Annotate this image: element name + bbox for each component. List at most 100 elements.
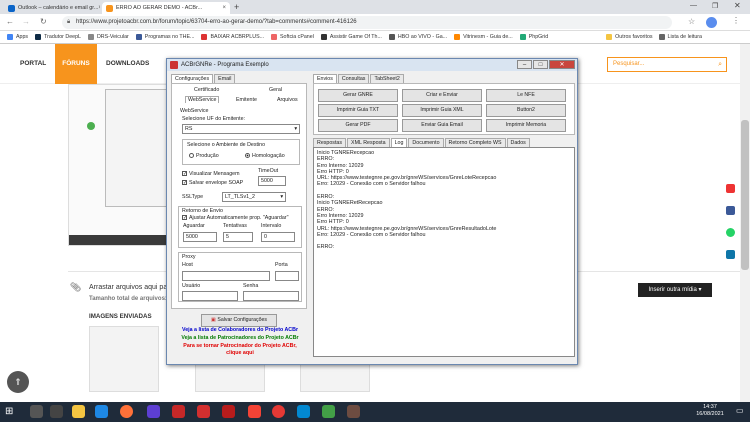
edge-icon[interactable] (297, 405, 310, 418)
bookmark-vitrine[interactable]: Vitrinesm - Guia de... (454, 34, 513, 40)
save-config-button[interactable]: ▣ Salvar Configurações (201, 314, 277, 327)
tab-dados[interactable]: Dados (506, 138, 530, 147)
scroll-top-button[interactable]: ⇑ (7, 371, 29, 393)
check-visualizar[interactable]: ✓ Visualizar Mensagem (182, 171, 240, 177)
tab-emitente[interactable]: Emitente (236, 97, 257, 103)
ssltype-select[interactable]: LT_TLSv1_2 ▾ (222, 192, 286, 202)
tentativas-input[interactable]: 5 (223, 232, 253, 242)
bookmark-deepl[interactable]: Tradutor DeepL (35, 34, 81, 40)
usuario-input[interactable] (182, 291, 238, 301)
insert-media-button[interactable]: Inserir outra mídia ▾ (638, 283, 712, 297)
search-input[interactable]: Pesquisar... ⌕ (607, 57, 727, 72)
window-close-button[interactable]: ✕ (734, 1, 741, 10)
tab-acbr[interactable]: ERRO AO GERAR DEMO - ACBr... × (102, 2, 230, 14)
app-icon[interactable] (322, 405, 335, 418)
tab-respostas[interactable]: Respostas (313, 138, 347, 147)
tab-envios[interactable]: Envios (313, 74, 337, 83)
tab-geral[interactable]: Geral (269, 87, 282, 93)
check-ajustar[interactable]: ✓ Ajustar Automaticamente prop. "Aguardar… (182, 215, 288, 221)
criar-enviar-button[interactable]: Criar e Enviar (402, 89, 482, 102)
imprimir-xml-button[interactable]: Imprimir Guia XML (402, 104, 482, 117)
tab-email[interactable]: Email (214, 74, 236, 83)
reload-icon[interactable]: ↻ (40, 17, 47, 26)
tab-tabsheet2[interactable]: TabSheet2 (370, 74, 404, 83)
button2[interactable]: Button2 (486, 104, 566, 117)
star-icon[interactable]: ☆ (688, 17, 695, 26)
bookmark-apps[interactable]: Apps (7, 34, 28, 40)
senha-input[interactable] (243, 291, 299, 301)
link-patrocinadores[interactable]: Veja a lista de Patrocinadores do Projet… (167, 335, 313, 341)
app-icon[interactable] (147, 405, 160, 418)
check-salvar-soap[interactable]: ✓ Salvar envelope SOAP (182, 180, 243, 186)
menu-icon[interactable]: ⋮ (732, 16, 740, 25)
bookmark-hbo[interactable]: HBO ao VIVO - Ga... (388, 34, 447, 40)
new-tab-button[interactable]: + (234, 2, 239, 12)
app-icon[interactable] (222, 405, 235, 418)
profile-avatar[interactable] (706, 17, 717, 28)
enviar-email-button[interactable]: Enviar Guia Email (402, 119, 482, 132)
link-clique-aqui[interactable]: clique aqui (167, 350, 313, 356)
app-icon[interactable] (248, 405, 261, 418)
bookmark-phpgrid[interactable]: PhpGrid (519, 34, 548, 40)
nav-foruns[interactable]: FÓRUNS (55, 44, 97, 84)
back-icon[interactable]: ← (6, 17, 14, 26)
youtube-icon[interactable] (726, 184, 735, 193)
imprimir-txt-button[interactable]: Imprimir Guia TXT (318, 104, 398, 117)
imprimir-memoria-button[interactable]: Imprimir Memoria (486, 119, 566, 132)
tab-certificado[interactable]: Certificado (194, 87, 219, 93)
gerar-gnre-button[interactable]: Gerar GNRE (318, 89, 398, 102)
bookmark-drs[interactable]: DRS-Veicular (87, 34, 129, 40)
nav-portal[interactable]: PORTAL (12, 44, 54, 84)
aguardar-input[interactable]: 5000 (183, 232, 217, 242)
tab-log[interactable]: Log (390, 138, 408, 147)
firefox-icon[interactable] (120, 405, 133, 418)
bookmark-lista[interactable]: Lista de leitura (658, 34, 702, 40)
bookmark-acbrplus[interactable]: BAIXAR ACBRPLUS... (201, 34, 264, 40)
timeout-input[interactable]: 5000 (258, 176, 286, 186)
facebook-icon[interactable] (726, 206, 735, 215)
intervalo-input[interactable]: 0 (261, 232, 295, 242)
gerar-pdf-button[interactable]: Gerar PDF (318, 119, 398, 132)
notification-icon[interactable]: ▭ (736, 406, 744, 415)
nav-downloads[interactable]: DOWNLOADS (98, 44, 157, 84)
minimize-button[interactable]: – (517, 60, 532, 69)
host-input[interactable] (182, 271, 270, 281)
tab-outlook[interactable]: Outlook – calendário e email gr... × (4, 2, 100, 14)
tab-xml-resposta[interactable]: XML Resposta (347, 138, 390, 147)
link-colaboradores[interactable]: Veja a lista de Colaboradores do Projeto… (167, 327, 313, 333)
app-icon[interactable] (347, 405, 360, 418)
windows-start-icon[interactable]: ⊞ (5, 406, 13, 418)
close-icon[interactable]: × (98, 5, 100, 11)
attach-text[interactable]: Arrastar arquivos aqui par (89, 284, 170, 291)
maximize-button[interactable]: □ (533, 60, 548, 69)
chrome-icon[interactable] (272, 405, 285, 418)
file-explorer-icon[interactable] (72, 405, 85, 418)
app-icon[interactable] (197, 405, 210, 418)
tab-consultas[interactable]: Consultas (337, 74, 370, 83)
tab-configuracoes[interactable]: Configurações (171, 74, 214, 83)
tab-arquivos[interactable]: Arquivos (277, 97, 298, 103)
log-memo[interactable]: Inicio TGNRERecepcao ERRO: Erro Interno:… (313, 147, 575, 357)
edge-icon[interactable] (95, 405, 108, 418)
bookmark-outros[interactable]: Outros favoritos (606, 34, 653, 40)
url-bar[interactable]: 🔒︎ https://www.projetoacbr.com.br/forum/… (62, 16, 672, 29)
clock[interactable]: 14:37 16/08/2021 (690, 404, 730, 418)
forward-icon[interactable]: → (22, 17, 30, 26)
whatsapp-icon[interactable] (726, 228, 735, 237)
uf-select[interactable]: RS ▾ (182, 124, 300, 134)
scrollbar-thumb[interactable] (741, 120, 749, 270)
tab-retorno-ws[interactable]: Retorno Completo WS (444, 138, 506, 147)
radio-homologacao[interactable]: Homologação (245, 153, 285, 159)
porta-input[interactable] (275, 271, 299, 281)
acbr-icon[interactable] (172, 405, 185, 418)
bookmark-cpanel[interactable]: Softcia cPanel (271, 34, 314, 40)
close-icon[interactable]: × (222, 5, 226, 11)
task-view-icon[interactable] (50, 405, 63, 418)
tab-webservice[interactable]: WebService (185, 96, 220, 103)
radio-producao[interactable]: Produção (189, 153, 219, 159)
image-thumbnail[interactable] (89, 326, 159, 392)
search-icon[interactable] (30, 405, 43, 418)
minimize-button[interactable]: — (690, 2, 697, 9)
link-patrocinar[interactable]: Para se tornar Patrocinador do Projeto A… (167, 343, 313, 349)
tab-documento[interactable]: Documento (408, 138, 444, 147)
